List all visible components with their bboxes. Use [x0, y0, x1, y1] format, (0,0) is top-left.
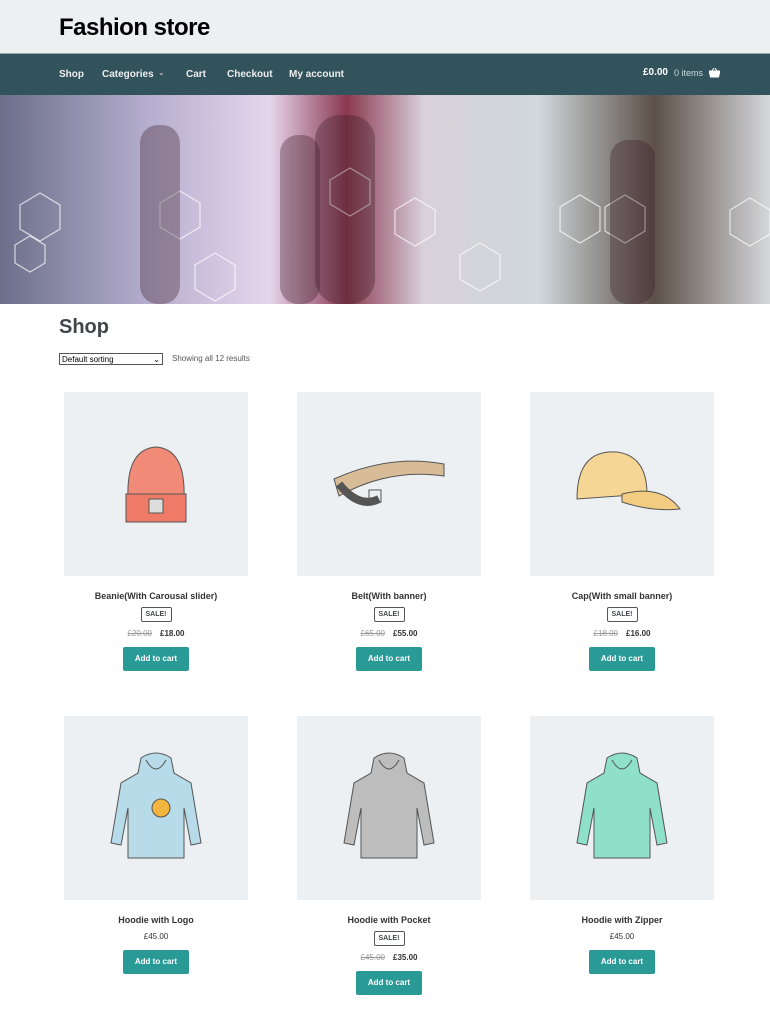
product-card: Hoodie with Zipper £45.00 Add to cart: [530, 716, 714, 974]
product-image[interactable]: [64, 392, 248, 576]
product-card: Beanie(With Carousal slider) SALE! £20.00 £…: [64, 392, 248, 671]
current-price: £18.00: [160, 629, 185, 638]
sort-value: Default sorting: [62, 354, 114, 364]
sale-badge: SALE!: [373, 931, 405, 946]
sale-badge: SALE!: [606, 607, 638, 622]
old-price: £20.00: [127, 629, 152, 638]
product-image[interactable]: [297, 716, 481, 900]
product-card: Hoodie with Logo £45.00 Add to cart: [64, 716, 248, 974]
current-price: £45.00: [609, 932, 635, 941]
cart-total: £0.00: [642, 67, 668, 78]
product-title[interactable]: Hoodie with Pocket: [297, 915, 481, 925]
add-to-cart-button[interactable]: Add to cart: [589, 647, 655, 671]
nav-my-account[interactable]: My account: [289, 69, 344, 80]
sale-badge: SALE!: [373, 607, 405, 622]
cart-items: 0 items: [673, 67, 703, 78]
chevron-down-icon: ⌄: [153, 354, 160, 364]
result-count: Showing all 12 results: [172, 354, 250, 363]
product-title[interactable]: Belt(With banner): [297, 591, 481, 601]
nav-cart[interactable]: Cart: [186, 69, 206, 80]
page-title: Shop: [59, 316, 109, 338]
product-price: £45.00: [530, 932, 714, 941]
basket-icon: [709, 67, 720, 77]
old-price: £65.00: [360, 629, 385, 638]
product-image[interactable]: [297, 392, 481, 576]
current-price: £35.00: [393, 953, 418, 962]
hexagon-network-graphic: [14, 115, 770, 304]
product-price: £20.00 £18.00: [64, 629, 248, 638]
add-to-cart-button[interactable]: Add to cart: [356, 647, 422, 671]
product-price: £45.00 £35.00: [297, 953, 481, 962]
product-title[interactable]: Beanie(With Carousal slider): [64, 591, 248, 601]
product-price: £18.00 £16.00: [530, 629, 714, 638]
site-title[interactable]: Fashion store: [59, 14, 210, 42]
product-price: £65.00 £55.00: [297, 629, 481, 638]
nav-shop[interactable]: Shop: [59, 69, 84, 80]
add-to-cart-button[interactable]: Add to cart: [123, 647, 189, 671]
hero-banner: [0, 95, 770, 304]
current-price: £45.00: [143, 932, 169, 941]
site-header: Fashion store: [0, 0, 770, 53]
product-title[interactable]: Cap(With small banner): [530, 591, 714, 601]
product-title[interactable]: Hoodie with Logo: [64, 915, 248, 925]
sort-select[interactable]: Default sorting ⌄: [59, 353, 163, 365]
current-price: £16.00: [626, 629, 651, 638]
nav-categories[interactable]: Categories: [102, 69, 154, 80]
add-to-cart-button[interactable]: Add to cart: [356, 971, 422, 995]
main-nav: Shop Categories ⌄ Cart Checkout My accou…: [0, 53, 770, 95]
nav-checkout[interactable]: Checkout: [227, 69, 273, 80]
add-to-cart-button[interactable]: Add to cart: [589, 950, 655, 974]
product-card: Hoodie with Pocket SALE! £45.00 £35.00 Add t…: [297, 716, 481, 995]
current-price: £55.00: [393, 629, 418, 638]
add-to-cart-button[interactable]: Add to cart: [123, 950, 189, 974]
product-card: Belt(With banner) SALE! £65.00 £55.00 Add to…: [297, 392, 481, 671]
old-price: £45.00: [360, 953, 385, 962]
product-image[interactable]: [64, 716, 248, 900]
old-price: £18.00: [593, 629, 618, 638]
chevron-down-icon[interactable]: ⌄: [158, 68, 165, 77]
product-price: £45.00: [64, 932, 248, 941]
product-card: Cap(With small banner) SALE! £18.00 £16.00 A…: [530, 392, 714, 671]
header-cart[interactable]: £0.00 0 items: [643, 67, 720, 78]
sale-badge: SALE!: [140, 607, 172, 622]
product-image[interactable]: [530, 392, 714, 576]
product-title[interactable]: Hoodie with Zipper: [530, 915, 714, 925]
product-image[interactable]: [530, 716, 714, 900]
